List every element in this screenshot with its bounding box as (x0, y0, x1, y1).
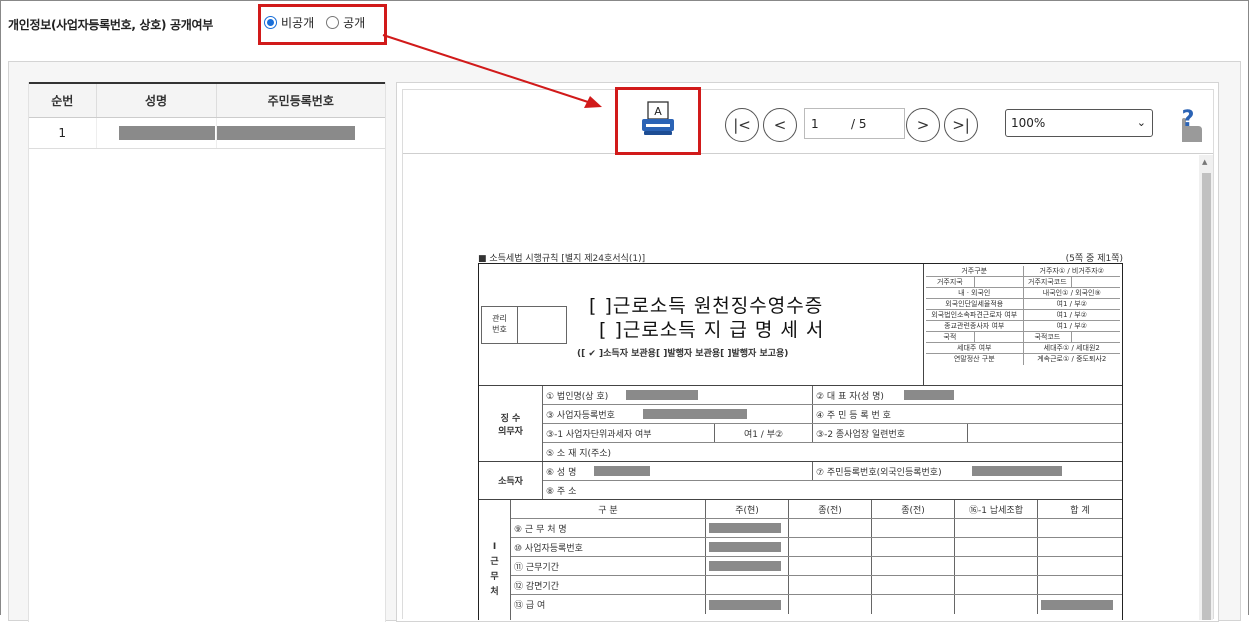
page-current[interactable]: 1 (811, 117, 819, 131)
redaction-mask (216, 125, 355, 140)
radio-private[interactable] (264, 16, 277, 29)
svg-text:A: A (654, 105, 662, 118)
scroll-up-icon[interactable]: ▲ (1202, 158, 1207, 166)
zoom-value: 100% (1011, 116, 1046, 130)
form-header-line: ■ 소득세법 시행규칙 [별지 제24호서식(1)] (5쪽 중 제1쪽) (478, 251, 1123, 264)
radio-public-label[interactable]: 공개 (343, 14, 365, 31)
report-viewer: A |< < 1 / 5 > >| 100% ⌄ ? ▲ ■ 소득세법 시행규칙… (396, 82, 1219, 622)
table-row[interactable]: 1 (29, 117, 385, 149)
payer-section: 징 수 의무자 ① 법인명(상 호) ② 대 표 자(성 명) ③ 사업자등록번… (479, 386, 1122, 462)
tax-form-document: ■ 소득세법 시행규칙 [별지 제24호서식(1)] (5쪽 중 제1쪽) 관리… (478, 251, 1123, 620)
earner-section: 소득자 ⑥ 성 명 ⑦ 주민등록번호(외국인등록번호) ⑧ 주 소 (479, 462, 1122, 500)
form-title-line2: [ ]근로소득 지 급 명 세 서 (599, 319, 825, 341)
first-page-icon: |< (733, 116, 751, 134)
form-title-line1: [ ]근로소득 원천징수영수증 (589, 295, 824, 317)
chevron-right-icon: > (916, 116, 930, 134)
payer-label: 징 수 의무자 (479, 386, 543, 461)
row-resno-masked (216, 117, 385, 149)
vertical-scrollbar[interactable]: ▲ (1199, 155, 1213, 620)
viewer-inner: A |< < 1 / 5 > >| 100% ⌄ ? ▲ ■ 소득세법 시행규칙… (402, 87, 1214, 620)
form-copy-line: ([ ✔ ]소득자 보관용[ ]발행자 보관용[ ]발행자 보고용) (577, 349, 789, 359)
page-number-input[interactable]: 1 / 5 (804, 108, 905, 139)
print-icon[interactable]: A (638, 99, 678, 143)
document-area[interactable]: ▲ ■ 소득세법 시행규칙 [별지 제24호서식(1)] (5쪽 중 제1쪽) … (403, 155, 1213, 620)
row-index: 1 (29, 117, 97, 149)
last-page-icon: >| (952, 116, 970, 134)
chevron-left-icon: < (773, 116, 787, 134)
form-title-row: 관리 번호 [ ]근로소득 원천징수영수증 [ ]근로소득 지 급 명 세 서 … (479, 264, 1122, 386)
help-hand-icon: ? (1182, 107, 1202, 142)
mgmt-label: 관리 번호 (482, 307, 518, 343)
prev-page-button[interactable]: < (763, 108, 797, 142)
title-block: 관리 번호 [ ]근로소득 원천징수영수증 [ ]근로소득 지 급 명 세 서 … (479, 264, 924, 385)
first-page-button[interactable]: |< (725, 108, 759, 142)
form-page-ref: (5쪽 중 제1쪽) (1065, 254, 1123, 264)
print-highlight-box: A (615, 87, 701, 155)
zoom-select[interactable]: 100% ⌄ (1005, 109, 1153, 137)
radio-public[interactable] (326, 16, 340, 29)
col-header-resno: 주민등록번호 (216, 82, 385, 118)
col-header-name: 성명 (96, 82, 217, 118)
last-page-button[interactable]: >| (944, 108, 978, 142)
form-rule-ref: ■ 소득세법 시행규칙 [별지 제24호서식(1)] (478, 254, 646, 264)
help-button[interactable]: ? (1168, 104, 1208, 144)
chevron-down-icon: ⌄ (1136, 116, 1146, 129)
earner-label: 소득자 (479, 462, 543, 499)
next-page-button[interactable]: > (906, 108, 940, 142)
row-name-masked (96, 117, 217, 149)
form-body: 관리 번호 [ ]근로소득 원천징수영수증 [ ]근로소득 지 급 명 세 서 … (478, 263, 1123, 620)
mgmt-box: 관리 번호 (481, 306, 567, 344)
form-title: [ ]근로소득 원천징수영수증 [ ]근로소득 지 급 명 세 서 ([ ✔ ]… (577, 294, 825, 359)
viewer-toolbar: A |< < 1 / 5 > >| 100% ⌄ ? (403, 87, 1213, 155)
scrollbar-thumb[interactable] (1202, 173, 1211, 620)
col-header-index: 순번 (29, 82, 97, 118)
work-section: Ⅰ 근 무 처 구 분 주(현) 종(전) 종(전) ⑯-1 납세조합 합 계 (479, 500, 1122, 620)
help-question-mark: ? (1182, 107, 1195, 132)
privacy-radio-group: 비공개 공개 (264, 14, 373, 31)
page-total: / 5 (851, 116, 867, 131)
privacy-label: 개인정보(사업자등록번호, 상호) 공개여부 (8, 17, 213, 32)
employee-list-panel: 순번 성명 주민등록번호 1 (28, 82, 386, 622)
residency-table: 거주구분 거주자① / 비거주자② 거주지국 거주지국코드 내ㆍ외국인 내국인① / … (924, 264, 1122, 385)
payer-rows: ① 법인명(상 호) ② 대 표 자(성 명) ③ 사업자등록번호 ④ 주 민 … (543, 386, 1122, 461)
employee-table: 순번 성명 주민등록번호 1 (29, 82, 385, 149)
radio-private-label[interactable]: 비공개 (281, 14, 314, 31)
privacy-row: 개인정보(사업자등록번호, 상호) 공개여부 (8, 14, 213, 34)
redaction-mask (118, 125, 215, 140)
work-label: Ⅰ 근 무 처 (479, 500, 511, 620)
